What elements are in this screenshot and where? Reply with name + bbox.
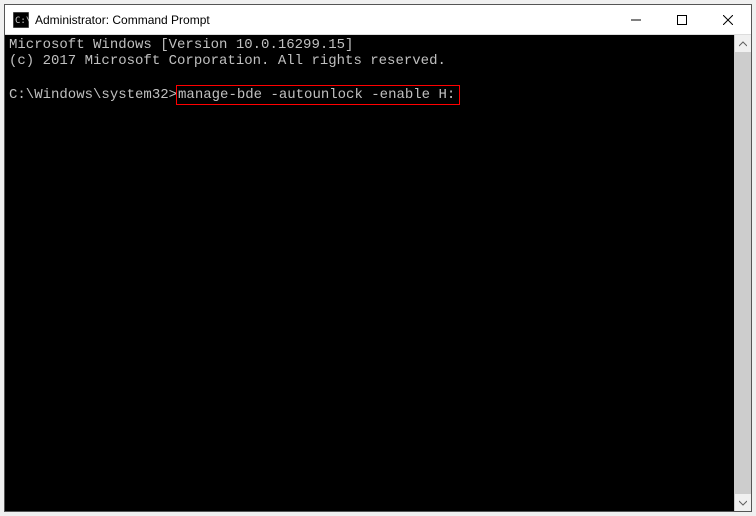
titlebar[interactable]: C:\ Administrator: Command Prompt xyxy=(5,5,751,35)
close-button[interactable] xyxy=(705,5,751,35)
scroll-thumb[interactable] xyxy=(735,52,751,494)
cmd-icon: C:\ xyxy=(13,12,29,28)
window-controls xyxy=(613,5,751,34)
scroll-up-arrow-icon[interactable] xyxy=(735,35,751,52)
console-wrapper: Microsoft Windows [Version 10.0.16299.15… xyxy=(5,35,751,511)
vertical-scrollbar[interactable] xyxy=(734,35,751,511)
window-title: Administrator: Command Prompt xyxy=(35,13,613,27)
console-output[interactable]: Microsoft Windows [Version 10.0.16299.15… xyxy=(5,35,734,511)
console-line: (c) 2017 Microsoft Corporation. All righ… xyxy=(9,53,446,69)
maximize-button[interactable] xyxy=(659,5,705,35)
command-prompt-window: C:\ Administrator: Command Prompt Micros… xyxy=(4,4,752,512)
scroll-down-arrow-icon[interactable] xyxy=(735,494,751,511)
svg-text:C:\: C:\ xyxy=(15,16,29,26)
command-text: manage-bde -autounlock -enable H: xyxy=(176,85,460,105)
scroll-track[interactable] xyxy=(735,52,751,494)
prompt-path: C:\Windows\system32> xyxy=(9,87,177,103)
console-line: Microsoft Windows [Version 10.0.16299.15… xyxy=(9,37,353,53)
minimize-button[interactable] xyxy=(613,5,659,35)
